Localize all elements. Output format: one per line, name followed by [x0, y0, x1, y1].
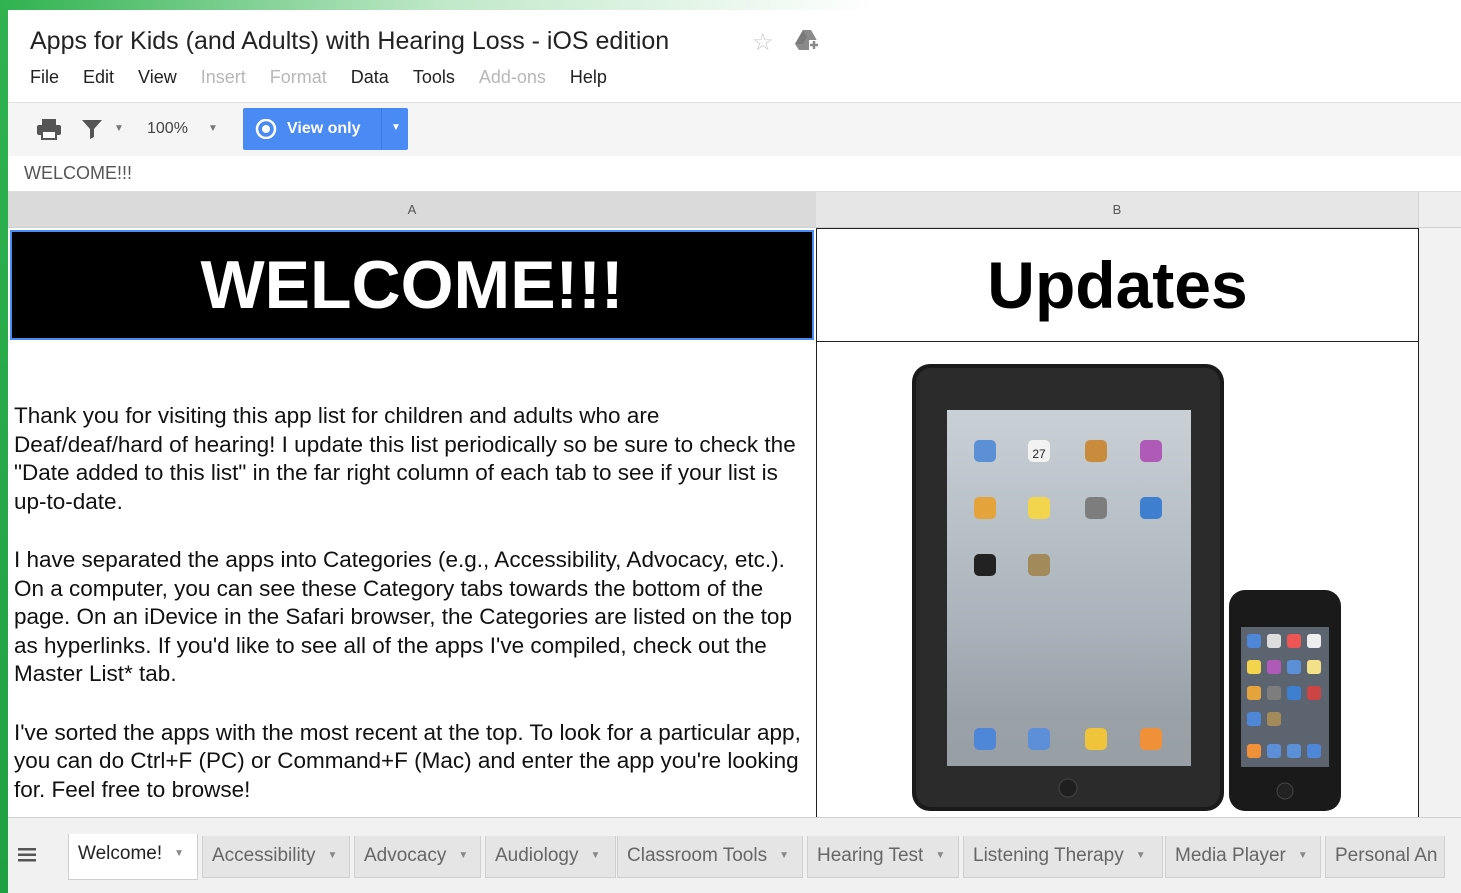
- sheet-tab-label: Classroom Tools: [627, 845, 768, 867]
- print-icon[interactable]: [36, 117, 62, 141]
- sheet-tab-label: Media Player: [1175, 845, 1286, 867]
- column-header-b[interactable]: B: [816, 192, 1419, 228]
- sheet-tab-label: Hearing Test: [817, 845, 924, 867]
- column-header-a[interactable]: A: [8, 192, 817, 228]
- sheet-tab-label: Accessibility: [212, 845, 316, 867]
- chevron-down-icon[interactable]: ▼: [174, 848, 184, 859]
- sheet-tab-hearing-test[interactable]: Hearing Test ▼: [807, 836, 959, 878]
- zoom-dropdown-caret[interactable]: ▼: [208, 123, 218, 134]
- filter-dropdown-caret[interactable]: ▼: [114, 123, 124, 134]
- spreadsheet-window: Apps for Kids (and Adults) with Hearing …: [0, 0, 1461, 893]
- sheet-tab-label: Welcome!: [78, 843, 163, 865]
- intro-paragraph: I've sorted the apps with the most recen…: [14, 719, 801, 802]
- chevron-down-icon[interactable]: ▼: [1298, 850, 1308, 861]
- sheet-tab-label: Advocacy: [364, 845, 447, 867]
- chevron-down-icon[interactable]: ▼: [935, 850, 945, 861]
- chevron-down-icon[interactable]: ▼: [779, 850, 789, 861]
- view-only-divider: [381, 108, 382, 150]
- menu-view[interactable]: View: [138, 67, 177, 88]
- intro-paragraph: I have separated the apps into Categorie…: [14, 547, 792, 686]
- sheet-tab-audiology[interactable]: Audiology ▼: [485, 836, 616, 878]
- ipad-iphone-image: 27: [912, 364, 1341, 811]
- doc-header: Apps for Kids (and Adults) with Hearing …: [8, 10, 1461, 102]
- menu-tools[interactable]: Tools: [413, 67, 455, 88]
- cell-a1-welcome[interactable]: WELCOME!!!: [10, 230, 814, 340]
- chevron-down-icon[interactable]: ▼: [590, 850, 600, 861]
- chevron-down-icon[interactable]: ▼: [327, 850, 337, 861]
- zoom-select[interactable]: 100%: [147, 120, 188, 138]
- menu-bar: File Edit View Insert Format Data Tools …: [30, 67, 631, 88]
- menu-help[interactable]: Help: [570, 67, 607, 88]
- view-only-label: View only: [287, 120, 361, 137]
- window-accent-left: [0, 0, 8, 893]
- chevron-down-icon[interactable]: ▼: [391, 122, 401, 133]
- view-only-button[interactable]: View only ▼: [243, 108, 408, 150]
- sheet-grid: A B WELCOME!!! Updates Thank you for vis…: [8, 192, 1461, 822]
- all-sheets-menu-icon[interactable]: [16, 846, 38, 864]
- cell-b1-updates[interactable]: Updates: [816, 228, 1419, 342]
- menu-data[interactable]: Data: [351, 67, 389, 88]
- move-to-drive-icon[interactable]: [794, 28, 820, 52]
- sheet-tab-welcome[interactable]: Welcome! ▼: [68, 834, 198, 880]
- menu-add-ons: Add-ons: [478, 67, 546, 87]
- sheet-tab-listening-therapy[interactable]: Listening Therapy ▼: [963, 836, 1163, 878]
- sheet-tab-classroom-tools[interactable]: Classroom Tools ▼: [617, 836, 803, 878]
- cell-a2-intro[interactable]: Thank you for visiting this app list for…: [14, 402, 810, 834]
- sheet-tab-bar: Welcome! ▼ Accessibility ▼ Advocacy ▼ Audio…: [8, 817, 1461, 893]
- formula-bar[interactable]: WELCOME!!!: [8, 156, 1461, 192]
- toolbar: ▼ 100% ▼ View only ▼: [8, 102, 1461, 157]
- sheet-tab-personal[interactable]: Personal An: [1325, 836, 1445, 878]
- window-accent-top: [0, 0, 1461, 10]
- star-icon[interactable]: ☆: [752, 28, 774, 57]
- chevron-down-icon[interactable]: ▼: [1136, 850, 1146, 861]
- sheet-tab-media-player[interactable]: Media Player ▼: [1165, 836, 1321, 878]
- column-header-empty: [1419, 192, 1461, 228]
- sheet-tab-label: Personal An: [1335, 845, 1438, 866]
- menu-format: Format: [269, 67, 327, 87]
- sheet-tab-label: Listening Therapy: [973, 845, 1124, 867]
- menu-edit[interactable]: Edit: [83, 67, 114, 88]
- chevron-down-icon[interactable]: ▼: [458, 850, 468, 861]
- cell-b2-devices-image[interactable]: 27: [816, 342, 1419, 822]
- filter-icon[interactable]: [80, 117, 104, 141]
- document-title[interactable]: Apps for Kids (and Adults) with Hearing …: [30, 27, 669, 56]
- menu-file[interactable]: File: [30, 67, 59, 88]
- menu-insert: Insert: [200, 67, 246, 87]
- sheet-tab-label: Audiology: [495, 845, 579, 867]
- sheet-tab-accessibility[interactable]: Accessibility ▼: [202, 836, 350, 878]
- calendar-date: 27: [1032, 447, 1046, 461]
- sheet-tab-advocacy[interactable]: Advocacy ▼: [354, 836, 481, 878]
- grid-empty-area: [1419, 228, 1461, 818]
- formula-bar-value: WELCOME!!!: [24, 163, 133, 183]
- eye-icon: [255, 119, 277, 139]
- intro-paragraph: Thank you for visiting this app list for…: [14, 403, 796, 514]
